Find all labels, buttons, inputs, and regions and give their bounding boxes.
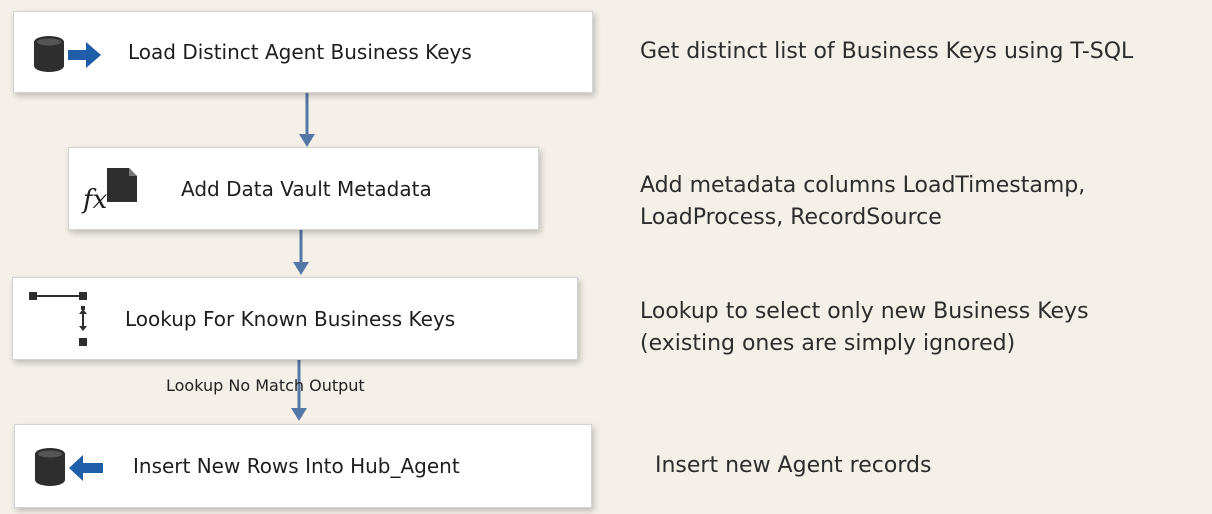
lookup-for-known-business-keys-node[interactable]: Lookup For Known Business Keys [12,277,578,360]
connector-1-2[interactable] [299,93,315,147]
description-3: Lookup to select only new Business Keys … [640,296,1089,360]
description-line: LoadProcess, RecordSource [640,205,942,230]
description-line: (existing ones are simply ignored) [640,331,1016,356]
load-distinct-agent-business-keys-node[interactable]: Load Distinct Agent Business Keys [13,11,593,93]
description-line: Lookup to select only new Business Keys [640,299,1089,324]
add-data-vault-metadata-node[interactable]: fx Add Data Vault Metadata [68,147,539,230]
svg-text:fx: fx [81,185,108,214]
lookup-icon [27,290,97,352]
node-label: Lookup For Known Business Keys [125,306,456,331]
insert-new-rows-into-hub-agent-node[interactable]: Insert New Rows Into Hub_Agent [14,424,592,508]
ole-db-source-icon [32,34,106,80]
ole-db-destination-icon [33,446,107,494]
path-label-lookup-no-match-output[interactable]: Lookup No Match Output [166,376,365,395]
connector-2-3[interactable] [293,230,309,275]
derived-column-icon: fx [81,164,137,218]
description-line: Add metadata columns LoadTimestamp, [640,173,1086,198]
description-2: Add metadata columns LoadTimestamp, Load… [640,170,1085,234]
node-label: Add Data Vault Metadata [181,176,432,201]
description-4: Insert new Agent records [655,450,931,482]
description-line: Insert new Agent records [655,453,932,478]
node-label: Insert New Rows Into Hub_Agent [133,454,460,478]
node-label: Load Distinct Agent Business Keys [128,40,472,64]
description-line: Get distinct list of Business Keys using… [640,39,1134,64]
description-1: Get distinct list of Business Keys using… [640,36,1133,68]
